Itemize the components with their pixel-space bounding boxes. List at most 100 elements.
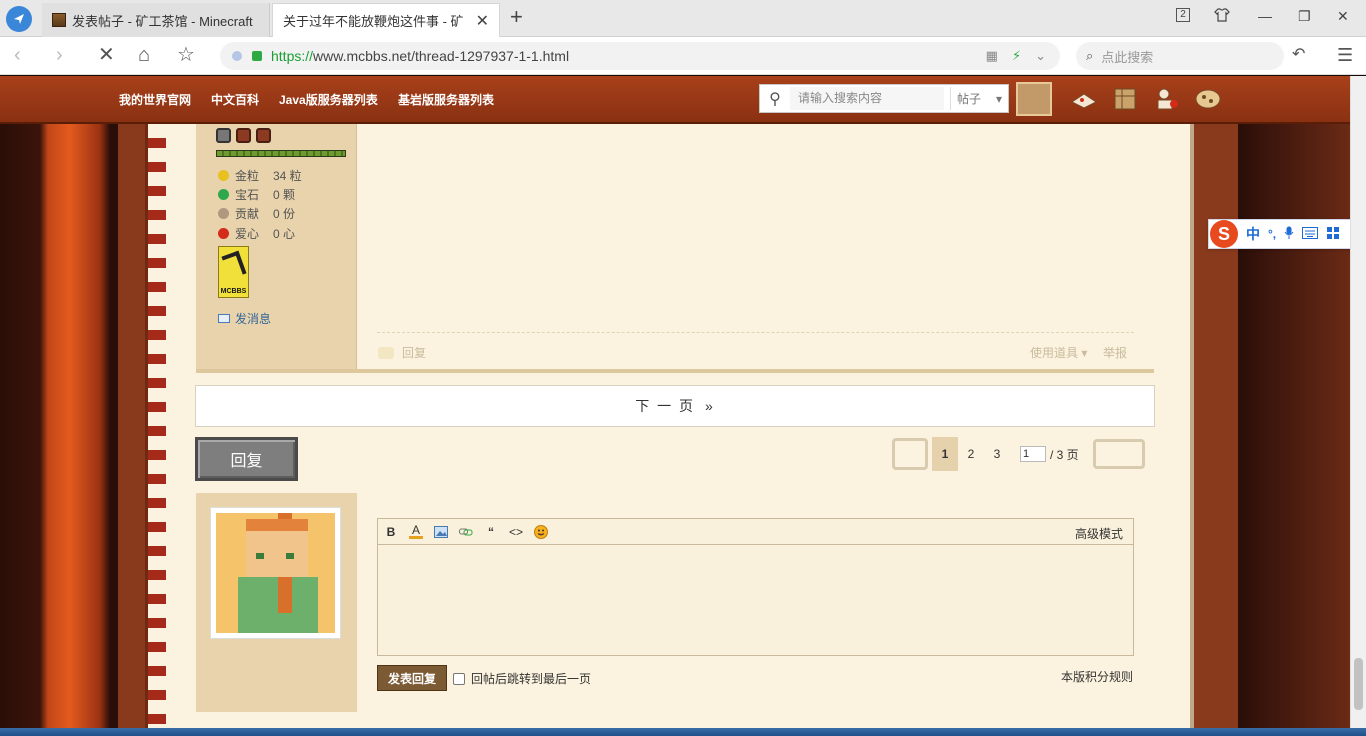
back-to-list-icon[interactable]: [892, 438, 928, 470]
post-actions: 回复 使用道具 ▾ 举报: [378, 344, 1134, 360]
credit-rules-link[interactable]: 本版积分规则: [1061, 668, 1133, 685]
nav-link-official[interactable]: 我的世界官网: [119, 91, 191, 108]
emerald-icon: [218, 189, 229, 200]
medal-label: MCBBS: [220, 288, 247, 295]
post-reply-link[interactable]: 回复: [378, 344, 426, 361]
image-icon[interactable]: [434, 525, 448, 539]
return-arrow-icon[interactable]: [1092, 439, 1145, 469]
stat-value: 0 颗: [273, 188, 296, 202]
double-arrow-icon: »: [704, 398, 715, 414]
helmet-icon: [256, 128, 271, 143]
stat-label: 爱心: [235, 227, 260, 241]
smiley-icon[interactable]: [534, 524, 548, 539]
site-search-input[interactable]: 请输入搜索内容: [790, 87, 944, 110]
reply-button-label: 回复: [230, 453, 263, 470]
stop-icon[interactable]: ✕: [98, 45, 115, 65]
page-link-1[interactable]: 1: [932, 437, 958, 471]
quote-icon[interactable]: “: [484, 525, 498, 539]
helmet-icon: [216, 128, 231, 143]
chevron-down-icon: ▾: [995, 91, 1002, 106]
undo-icon[interactable]: ↶: [1292, 45, 1305, 65]
editor-toolbar: B A “ <>: [378, 519, 1133, 545]
jump-to-last-checkbox[interactable]: 回帖后跳转到最后一页: [453, 670, 591, 687]
url-scheme: https://: [271, 48, 314, 64]
lightning-icon[interactable]: ⚡: [1012, 48, 1021, 64]
tab-thread[interactable]: 关于过年不能放鞭炮这件事 - 矿 ✕: [272, 3, 500, 37]
avatar: [210, 507, 341, 639]
search-type-select[interactable]: 帖子 ▾: [950, 87, 1008, 110]
font-color-icon[interactable]: A: [409, 523, 423, 539]
author-info-panel: 金粒 34 粒 宝石 0 颗 贡献 0 份 爱心 0 心 MCBBS 发消息: [196, 124, 357, 372]
send-message-link[interactable]: 发消息: [218, 310, 271, 327]
potion-user-icon[interactable]: [1152, 86, 1180, 112]
stat-gem: 宝石 0 颗: [218, 186, 295, 203]
use-tools-menu[interactable]: 使用道具 ▾: [1030, 344, 1087, 361]
home-icon[interactable]: ⌂: [138, 45, 150, 65]
page-scrollbar[interactable]: [1350, 76, 1366, 736]
qr-code-icon[interactable]: ▦: [986, 48, 998, 64]
site-nav-bar: 我的世界官网 中文百科 Java版服务器列表 基岩版服务器列表 ⚲ 请输入搜索内…: [0, 76, 1350, 124]
chevron-down-icon[interactable]: ⌄: [1035, 48, 1046, 64]
user-avatar[interactable]: [1016, 82, 1052, 116]
grid-menu-icon[interactable]: [1326, 226, 1340, 243]
menu-icon[interactable]: ☰: [1337, 45, 1353, 65]
stat-label: 金粒: [235, 169, 260, 183]
cookie-icon[interactable]: [1194, 86, 1222, 112]
back-icon[interactable]: ‹: [14, 45, 21, 65]
stat-contribution: 贡献 0 份: [218, 205, 295, 222]
page-link-3[interactable]: 3: [984, 437, 1010, 471]
nav-link-bedrock-servers[interactable]: 基岩版服务器列表: [398, 91, 494, 108]
frame-right: [1190, 76, 1238, 736]
scrollbar-thumb[interactable]: [1354, 658, 1363, 710]
reply-editor: B A “ <> 高级模式: [377, 518, 1134, 656]
tab-count-badge[interactable]: 2: [1176, 8, 1190, 22]
ime-punct-toggle[interactable]: °,: [1268, 227, 1276, 241]
advanced-mode-link[interactable]: 高级模式: [1075, 525, 1123, 542]
bookmark-star-icon[interactable]: ☆: [177, 45, 195, 65]
apple-icon: [218, 228, 229, 239]
search-icon[interactable]: ⚲: [760, 84, 790, 113]
post-reply-label: 回复: [402, 346, 427, 360]
url-field[interactable]: https:// www.mcbbs.net/thread-1297937-1-…: [220, 42, 1060, 70]
submit-reply-button[interactable]: 发表回复: [377, 665, 447, 691]
pickaxe-medal-icon[interactable]: MCBBS: [218, 246, 249, 298]
restore-icon[interactable]: ❐: [1298, 8, 1311, 25]
next-page-button[interactable]: 下 一 页 »: [195, 385, 1155, 427]
send-message-label: 发消息: [235, 312, 272, 326]
tab-post-new[interactable]: 发表帖子 - 矿工茶馆 - Minecraft: [42, 3, 270, 37]
minimize-icon[interactable]: —: [1258, 8, 1272, 24]
close-icon[interactable]: ✕: [476, 11, 489, 31]
browser-logo-icon[interactable]: [6, 6, 32, 32]
bold-icon[interactable]: B: [384, 525, 398, 539]
tab-title: 发表帖子 - 矿工茶馆 - Minecraft: [72, 13, 253, 29]
cookie-icon: [218, 208, 229, 219]
tab-title: 关于过年不能放鞭炮这件事 - 矿: [283, 14, 464, 29]
microphone-icon[interactable]: [1284, 226, 1294, 243]
stat-love: 爱心 0 心: [218, 225, 295, 242]
experience-bar: [216, 150, 346, 157]
report-link[interactable]: 举报: [1103, 344, 1127, 361]
nav-link-wiki[interactable]: 中文百科: [211, 91, 259, 108]
pagination: 1 2 3 1 / 3 页: [892, 437, 1145, 471]
code-icon[interactable]: <>: [509, 525, 523, 539]
crafting-table-icon[interactable]: [1111, 86, 1139, 112]
shirt-icon[interactable]: [1214, 8, 1230, 25]
cake-icon[interactable]: [1070, 86, 1098, 112]
link-icon[interactable]: [459, 525, 473, 539]
nav-link-java-servers[interactable]: Java版服务器列表: [279, 91, 378, 108]
new-tab-button[interactable]: +: [510, 6, 523, 28]
page-jump-input[interactable]: 1: [1020, 446, 1046, 462]
window-close-icon[interactable]: ✕: [1337, 8, 1349, 25]
stat-label: 贡献: [235, 207, 260, 221]
keyboard-icon[interactable]: [1302, 226, 1319, 242]
ime-lang-toggle[interactable]: 中: [1246, 224, 1260, 244]
forward-icon[interactable]: ›: [56, 45, 63, 65]
browser-search-placeholder: 点此搜索: [1101, 49, 1154, 65]
ime-toolbar: S 中 °,: [1208, 219, 1362, 249]
checkbox[interactable]: [453, 672, 465, 685]
page-link-2[interactable]: 2: [958, 437, 984, 471]
reply-button[interactable]: 回复: [195, 437, 298, 481]
speech-bubble-icon: [378, 346, 394, 359]
sogou-logo-icon[interactable]: S: [1210, 220, 1238, 248]
browser-search-input[interactable]: ⌕ 点此搜索: [1076, 42, 1284, 70]
